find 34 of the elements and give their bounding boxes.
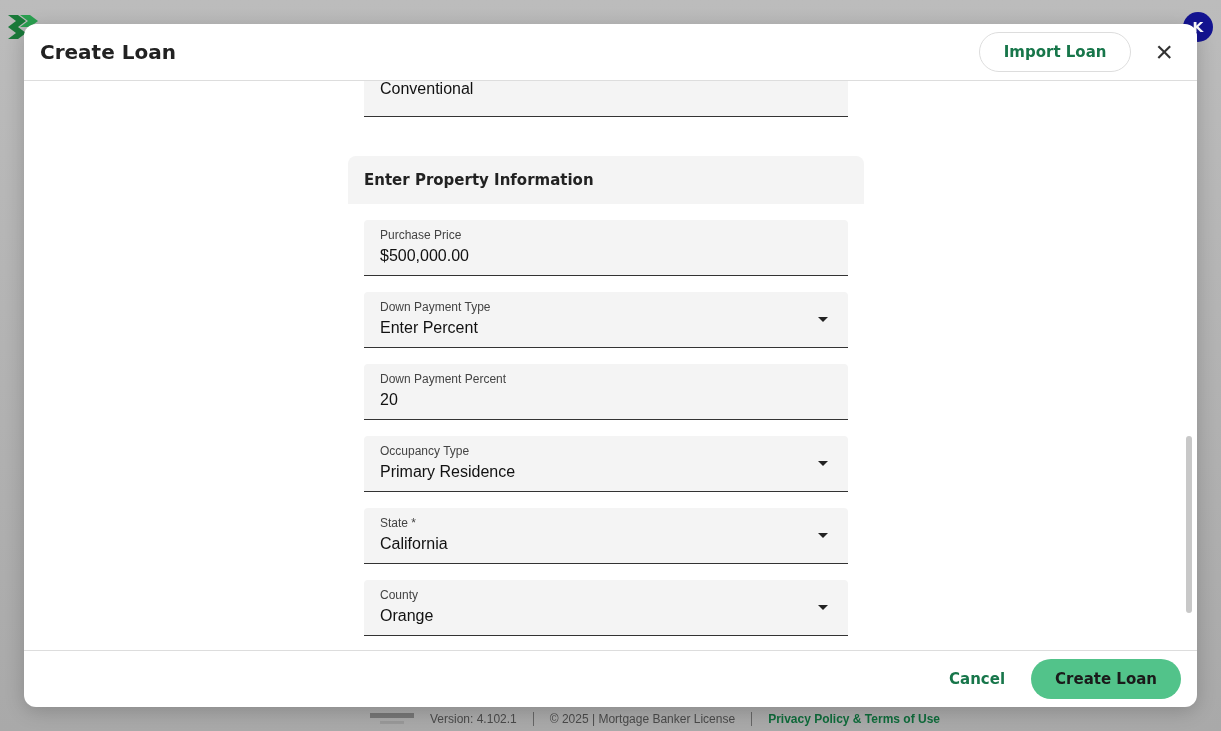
dialog-title: Create Loan <box>40 40 177 64</box>
field-label: State * <box>380 516 418 530</box>
import-loan-button[interactable]: Import Loan <box>978 32 1132 72</box>
select-field[interactable]: County Orange <box>364 580 848 636</box>
field-value: Orange <box>380 607 434 625</box>
version-text: Version: 4.102.1 <box>430 712 517 726</box>
input-field[interactable]: Conventional <box>364 81 848 117</box>
close-button[interactable]: × <box>1151 37 1177 67</box>
field-label: Down Payment Percent <box>380 372 508 386</box>
field-label: County <box>380 588 420 602</box>
select-field[interactable]: Occupancy Type Primary Residence <box>364 436 848 492</box>
dropdown-caret-icon <box>818 533 828 538</box>
select-field[interactable]: State * California <box>364 508 848 564</box>
input-field[interactable]: Down Payment Percent 20 <box>364 364 848 420</box>
input-field[interactable]: Purchase Price $500,000.00 <box>364 220 848 276</box>
field-label: Occupancy Type <box>380 444 471 458</box>
field-value: Enter Percent <box>380 319 478 337</box>
field-value: California <box>380 535 448 553</box>
logo-icon <box>8 15 38 39</box>
field-label: Purchase Price <box>380 228 463 242</box>
dropdown-caret-icon <box>818 317 828 322</box>
copyright-text: © 2025 | Mortgage Banker License <box>549 712 736 726</box>
section-heading: Enter Property Information <box>348 156 864 204</box>
field-value: $500,000.00 <box>380 247 469 265</box>
scrollbar-thumb[interactable] <box>1186 436 1192 613</box>
field-label: Down Payment Type <box>380 300 492 314</box>
field-value: Primary Residence <box>380 463 516 481</box>
dropdown-caret-icon <box>818 605 828 610</box>
field-value: 20 <box>380 391 398 409</box>
create-loan-button[interactable]: Create Loan <box>1031 659 1181 699</box>
cancel-button[interactable]: Cancel <box>943 669 1012 689</box>
dropdown-caret-icon <box>818 461 828 466</box>
select-field[interactable]: Down Payment Type Enter Percent <box>364 292 848 348</box>
field-value: Conventional <box>380 81 474 98</box>
